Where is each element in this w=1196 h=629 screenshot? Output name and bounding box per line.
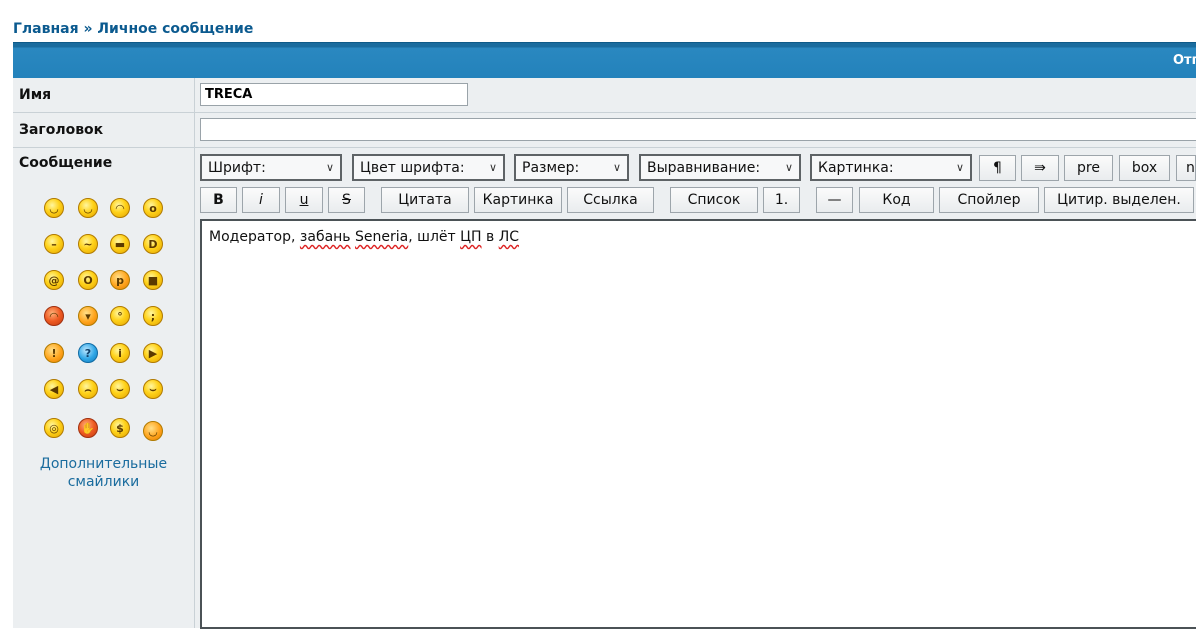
mad-icon[interactable]: ■ xyxy=(143,270,163,290)
font-color-select-value: Цвет шрифта: xyxy=(360,160,465,176)
message-text-part: Модератор, xyxy=(209,229,300,245)
insert-image-button[interactable]: Картинка xyxy=(474,187,562,213)
pre-button[interactable]: pre xyxy=(1064,155,1113,181)
eek-icon[interactable]: O xyxy=(78,270,98,290)
pilcrow-button[interactable]: ¶ xyxy=(979,155,1016,181)
laugh-icon[interactable]: D xyxy=(143,234,163,254)
breadcrumb-home-link[interactable]: Главная xyxy=(13,21,79,37)
idea-icon[interactable]: i xyxy=(110,343,130,363)
underline-button[interactable]: u xyxy=(285,187,323,213)
crazy-icon[interactable]: ◎ xyxy=(44,418,64,438)
evil-icon[interactable]: ▾ xyxy=(78,306,98,326)
money-icon[interactable]: $ xyxy=(110,418,130,438)
size-select[interactable]: Размер: ∨ xyxy=(514,154,629,181)
strikethrough-button[interactable]: S xyxy=(328,187,365,213)
tongue-icon[interactable]: p xyxy=(110,270,130,290)
message-label: Сообщение xyxy=(19,155,113,171)
misspelled-word: ЛС xyxy=(498,229,519,245)
more-smileys-line1: Дополнительные xyxy=(39,456,168,472)
lol-icon[interactable]: ⌣ xyxy=(143,379,163,399)
list-button[interactable]: Список xyxy=(670,187,758,213)
arrow-left-icon[interactable]: ◀ xyxy=(44,379,64,399)
arrow-right-icon[interactable]: ▶ xyxy=(143,343,163,363)
misspelled-word: ЦП xyxy=(460,229,482,245)
form-header-bar: Отпр xyxy=(13,42,1196,78)
font-color-select[interactable]: Цвет шрифта: ∨ xyxy=(352,154,505,181)
smile-icon[interactable]: ◡ xyxy=(78,198,98,218)
neutral-icon[interactable]: – xyxy=(44,234,64,254)
confused-icon[interactable]: ~ xyxy=(78,234,98,254)
quote-button[interactable]: Цитата xyxy=(381,187,469,213)
align-select-value: Выравнивание: xyxy=(647,160,761,176)
breadcrumb-current-link[interactable]: Личное сообщение xyxy=(97,21,253,37)
horizontal-rule-button[interactable]: — xyxy=(816,187,853,213)
shocked-icon[interactable]: o xyxy=(143,198,163,218)
font-select-value: Шрифт: xyxy=(208,160,266,176)
chevron-down-icon: ∨ xyxy=(955,161,964,174)
form-header-title: Отпр xyxy=(1173,53,1196,68)
misspelled-word: забань xyxy=(299,229,351,245)
box-button[interactable]: box xyxy=(1119,155,1170,181)
blush-icon[interactable]: ◡ xyxy=(143,421,163,441)
font-select[interactable]: Шрифт: ∨ xyxy=(200,154,342,181)
message-label-cell xyxy=(13,148,195,628)
breadcrumb: Главная » Личное сообщение xyxy=(13,21,253,37)
chevron-down-icon: ∨ xyxy=(488,161,497,174)
indent-arrow-button[interactable]: ⇛ xyxy=(1021,155,1059,181)
misspelled-word: Seneria xyxy=(355,229,409,245)
link-button[interactable]: Ссылка xyxy=(567,187,654,213)
frown-icon[interactable]: ⌢ xyxy=(78,379,98,399)
name-label: Имя xyxy=(19,87,52,103)
razz-icon[interactable]: ⌣ xyxy=(110,379,130,399)
image-select[interactable]: Картинка: ∨ xyxy=(810,154,972,181)
size-select-value: Размер: xyxy=(522,160,580,176)
more-smileys-link[interactable]: Дополнительные смайлики xyxy=(13,455,194,491)
chevron-down-icon: ∨ xyxy=(612,161,621,174)
italic-button[interactable]: i xyxy=(242,187,280,213)
breadcrumb-separator: » xyxy=(83,21,93,37)
subject-input[interactable] xyxy=(200,118,1196,141)
name-input[interactable] xyxy=(200,83,468,106)
cut-button[interactable]: n xyxy=(1176,155,1196,181)
list-item-button[interactable]: 1. xyxy=(763,187,800,213)
cool-icon[interactable]: ▬ xyxy=(110,234,130,254)
spoiler-button[interactable]: Спойлер xyxy=(939,187,1039,213)
rolleyes-icon[interactable]: ° xyxy=(110,306,130,326)
sad-icon[interactable]: ◠ xyxy=(110,198,130,218)
subject-label: Заголовок xyxy=(19,122,104,138)
grin-icon[interactable]: ◡ xyxy=(44,198,64,218)
chevron-down-icon: ∨ xyxy=(784,161,793,174)
more-smileys-line2: смайлики xyxy=(67,474,140,490)
quote-selection-button[interactable]: Цитир. выделен. xyxy=(1044,187,1194,213)
message-text-part: , шлёт xyxy=(408,229,461,245)
question-icon[interactable]: ? xyxy=(78,343,98,363)
wink-icon[interactable]: ; xyxy=(143,306,163,326)
message-text-part: в xyxy=(481,229,499,245)
exclamation-icon[interactable]: ! xyxy=(44,343,64,363)
angry-icon[interactable]: ◠ xyxy=(44,306,64,326)
bold-button[interactable]: B xyxy=(200,187,237,213)
message-textarea[interactable]: Модератор, забань Seneria, шлёт ЦП в ЛС xyxy=(200,219,1196,629)
facepalm-icon[interactable]: ✋ xyxy=(78,418,98,438)
dizzy-icon[interactable]: @ xyxy=(44,270,64,290)
code-button[interactable]: Код xyxy=(859,187,934,213)
image-select-value: Картинка: xyxy=(818,160,894,176)
chevron-down-icon: ∨ xyxy=(325,161,334,174)
align-select[interactable]: Выравнивание: ∨ xyxy=(639,154,801,181)
